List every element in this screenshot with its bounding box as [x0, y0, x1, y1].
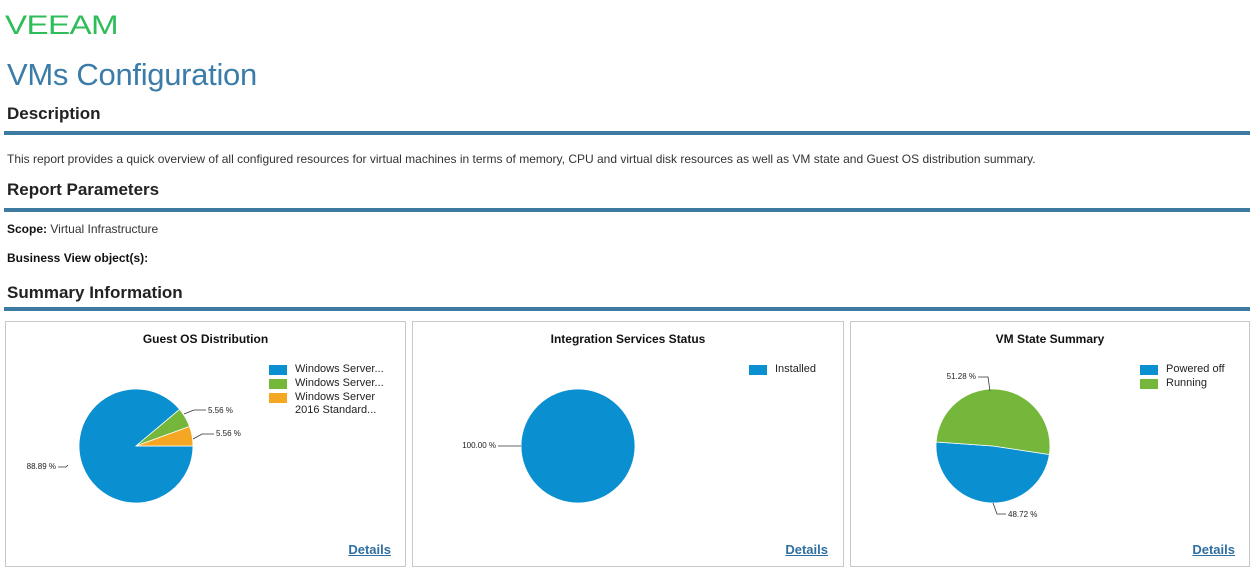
business-view-row: Business View object(s): [7, 251, 148, 266]
scope-row: Scope: Virtual Infrastructure [7, 222, 158, 237]
integration-services-pie-chart: 100.00 % [462, 388, 636, 504]
legend-item: Running [1140, 377, 1240, 390]
summary-information-heading: Summary Information [7, 283, 183, 302]
legend-label: Windows Server... [295, 363, 384, 375]
chart-legend: Installed [749, 363, 839, 377]
details-link[interactable]: Details [785, 542, 828, 557]
leader-line [58, 464, 69, 468]
page-title: VMs Configuration [7, 57, 257, 92]
report-parameters-heading: Report Parameters [7, 180, 160, 199]
legend-label: Running [1166, 377, 1207, 389]
vm-state-pie-chart: 48.72 % 51.28 % [935, 372, 1051, 519]
slice-data-label: 100.00 % [462, 441, 496, 450]
legend-swatch [1140, 379, 1158, 389]
legend-swatch [269, 393, 287, 403]
business-view-label: Business View object(s): [7, 251, 149, 265]
details-link[interactable]: Details [348, 542, 391, 557]
vm-state-summary-panel: VM State Summary 48.72 % 51.28 % Powered … [850, 321, 1250, 567]
description-text: This report provides a quick overview of… [7, 152, 1036, 166]
chart-legend: Powered off Running [1140, 363, 1240, 391]
description-divider [4, 131, 1250, 135]
guest-os-pie-chart: 88.89 % 5.56 % 5.56 % [27, 388, 241, 504]
veeam-logo: VEEAM [5, 10, 118, 39]
legend-swatch [269, 379, 287, 389]
legend-item: Installed [749, 363, 839, 376]
legend-swatch [749, 365, 767, 375]
legend-item: Windows Server 2016 Standard... [269, 391, 385, 417]
leader-line [992, 502, 1006, 515]
slice-data-label: 51.28 % [947, 372, 976, 381]
legend-label: Powered off [1166, 363, 1225, 375]
leader-line [183, 409, 206, 415]
veeam-logo-text: VEEAM [5, 10, 118, 39]
legend-item: Powered off [1140, 363, 1240, 376]
legend-item: Windows Server... [269, 363, 399, 376]
slice-data-label: 48.72 % [1008, 510, 1037, 519]
integration-services-status-panel: Integration Services Status 100.00 % Ins… [412, 321, 844, 567]
leader-line [192, 433, 214, 440]
legend-item: Windows Server... [269, 377, 399, 390]
scope-value: Virtual Infrastructure [50, 222, 159, 236]
slice-data-label: 88.89 % [27, 462, 56, 471]
slice-data-label: 5.56 % [216, 429, 241, 438]
slice-data-label: 5.56 % [208, 406, 233, 415]
guest-os-distribution-panel: Guest OS Distribution 88.89 % 5.56 % 5.56 … [5, 321, 406, 567]
pie-slice [520, 388, 636, 504]
chart-legend: Windows Server... Windows Server... Wind… [269, 363, 399, 418]
scope-label: Scope: [7, 222, 48, 236]
summary-divider [4, 307, 1250, 311]
legend-swatch [1140, 365, 1158, 375]
legend-label: Windows Server 2016 Standard... [295, 391, 377, 416]
report-parameters-divider [4, 208, 1250, 212]
legend-label: Installed [775, 363, 816, 375]
legend-swatch [269, 365, 287, 375]
legend-label: Windows Server... [295, 377, 384, 389]
description-heading: Description [7, 104, 101, 123]
details-link[interactable]: Details [1192, 542, 1235, 557]
